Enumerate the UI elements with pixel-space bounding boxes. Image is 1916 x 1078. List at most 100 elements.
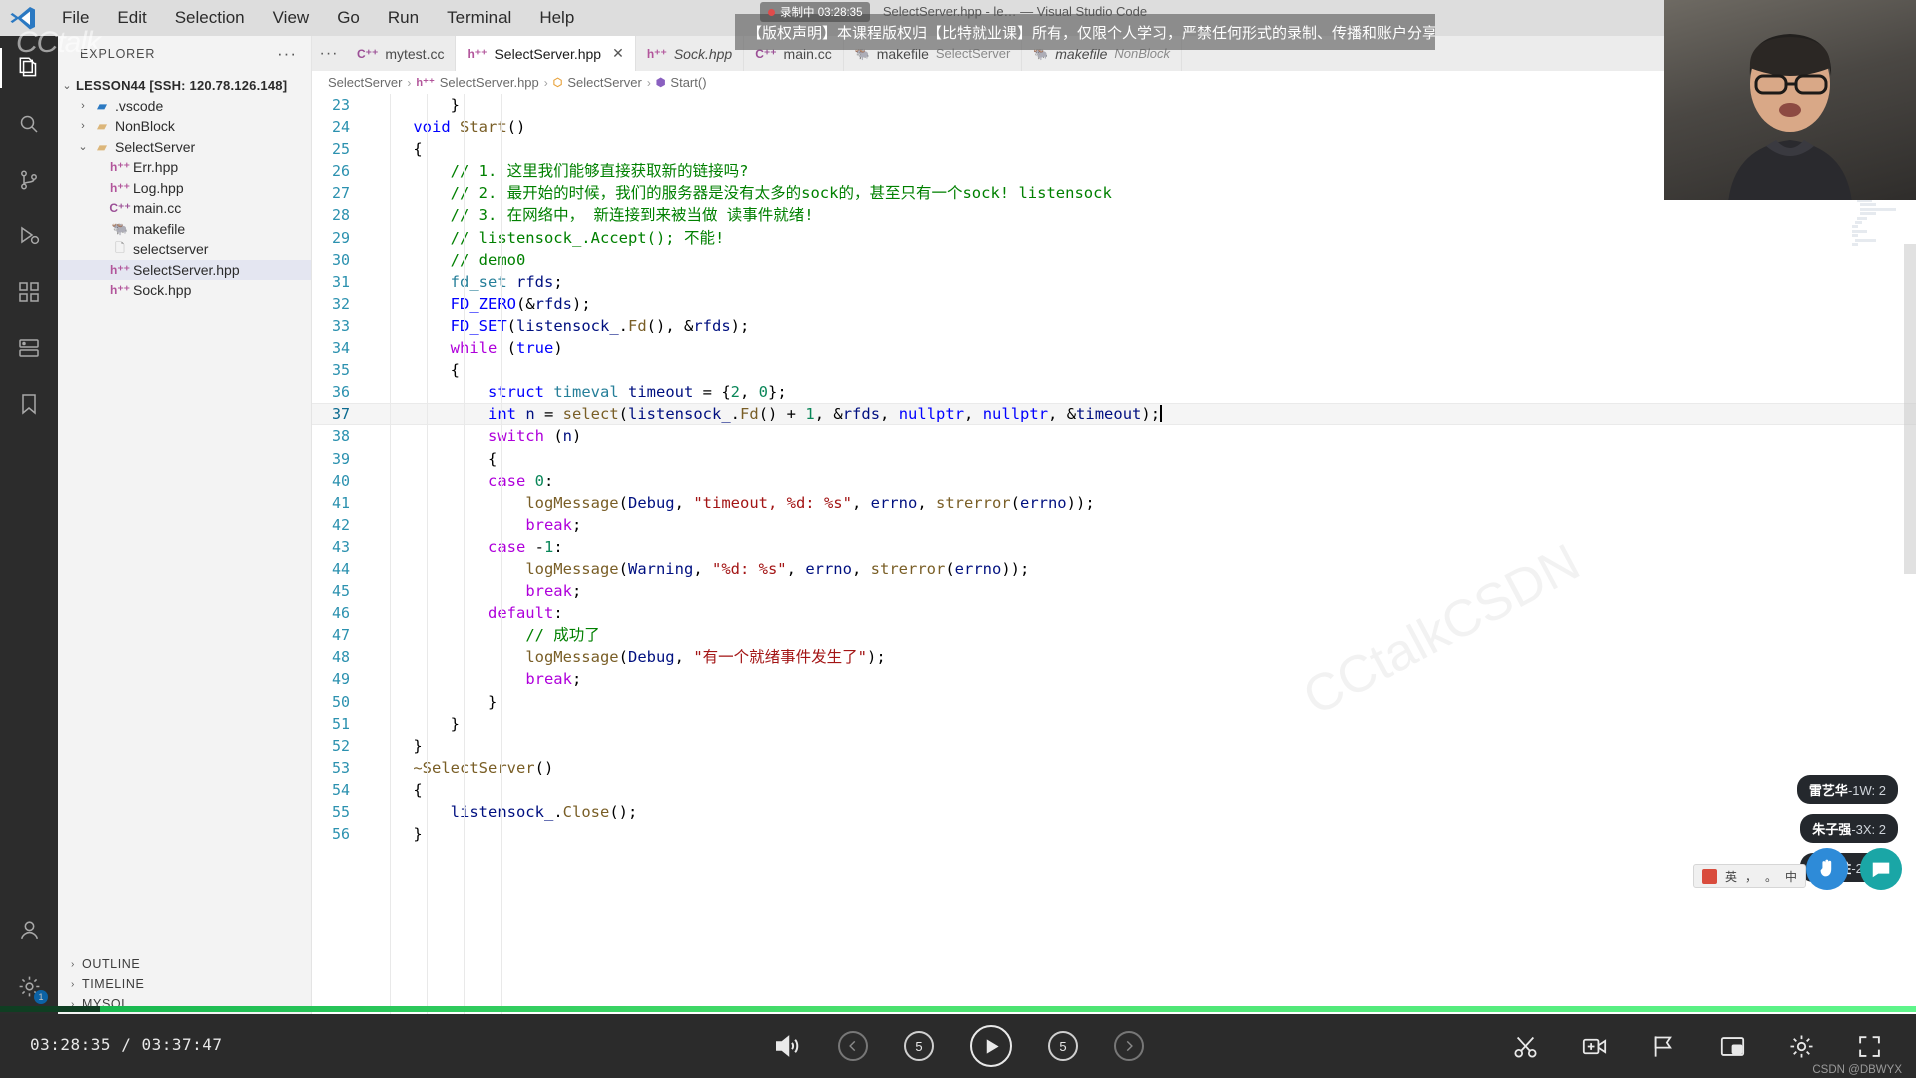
code-line[interactable]: 49 break; bbox=[312, 668, 1916, 690]
ime-comma[interactable]: ， bbox=[1745, 868, 1757, 885]
menu-edit[interactable]: Edit bbox=[103, 4, 160, 32]
code-line[interactable]: 32 FD_ZERO(&rfds); bbox=[312, 293, 1916, 315]
code-line[interactable]: 34 while (true) bbox=[312, 337, 1916, 359]
chevron-right-icon[interactable]: › bbox=[74, 100, 92, 112]
code-line[interactable]: 55 listensock_.Close(); bbox=[312, 801, 1916, 823]
next-icon[interactable] bbox=[1114, 1031, 1144, 1061]
sidebar-item-selectserver-bin[interactable]: 🗋 selectserver bbox=[58, 239, 311, 260]
code-line[interactable]: 47 // 成功了 bbox=[312, 624, 1916, 646]
code-text: FD_SET(listensock_.Fd(), &rfds); bbox=[450, 316, 750, 335]
code-line[interactable]: 38 switch (n) bbox=[312, 425, 1916, 447]
forward-5-icon[interactable]: 5 bbox=[1048, 1031, 1078, 1061]
sidebar-item-vscode[interactable]: › ▰ .vscode bbox=[58, 96, 311, 117]
search-icon[interactable] bbox=[0, 96, 58, 152]
code-line[interactable]: 50 } bbox=[312, 691, 1916, 713]
code-line[interactable]: 54 { bbox=[312, 779, 1916, 801]
picture-in-picture-icon[interactable] bbox=[1719, 1033, 1746, 1060]
code-line[interactable]: 43 case -1: bbox=[312, 536, 1916, 558]
code-line[interactable]: 41 logMessage(Debug, "timeout, %d: %s", … bbox=[312, 492, 1916, 514]
settings-gear-icon[interactable] bbox=[1788, 1033, 1815, 1060]
vscode-body: 1 EXPLORER ··· ⌄ LESSON44 [SSH: 120.78.1… bbox=[0, 36, 1916, 1014]
line-number: 38 bbox=[331, 427, 350, 446]
menu-terminal[interactable]: Terminal bbox=[433, 4, 525, 32]
code-line[interactable]: 28 // 3. 在网络中， 新连接到来被当做 读事件就绪! bbox=[312, 204, 1916, 226]
previous-icon[interactable] bbox=[838, 1031, 868, 1061]
chevron-right-icon[interactable]: › bbox=[74, 120, 92, 132]
webcam-overlay[interactable] bbox=[1664, 0, 1916, 200]
code-line[interactable]: 31 fd_set rfds; bbox=[312, 271, 1916, 293]
code-line[interactable]: 42 break; bbox=[312, 514, 1916, 536]
account-icon[interactable] bbox=[0, 902, 58, 958]
play-icon[interactable] bbox=[970, 1025, 1012, 1067]
code-line[interactable]: 39 { bbox=[312, 448, 1916, 470]
sidebar-item-selectserver-folder[interactable]: ⌄ ▰ SelectServer bbox=[58, 137, 311, 158]
code-line[interactable]: 40 case 0: bbox=[312, 470, 1916, 492]
tab-mytest-cc[interactable]: C⁺⁺ mytest.cc bbox=[346, 36, 457, 71]
progress-bar[interactable] bbox=[0, 1006, 1916, 1012]
code-editor[interactable]: 23 } 24 void Start() 25 {26 // 1. 这里我们能够直接… bbox=[312, 94, 1916, 1014]
code-line[interactable]: 33 FD_SET(listensock_.Fd(), &rfds); bbox=[312, 315, 1916, 337]
tree-root-row[interactable]: ⌄ LESSON44 [SSH: 120.78.126.148] bbox=[58, 75, 311, 96]
sidebar-item-err-hpp[interactable]: h⁺⁺ Err.hpp bbox=[58, 157, 311, 178]
code-line[interactable]: 30 // demo0 bbox=[312, 249, 1916, 271]
sidebar-item-sock-hpp[interactable]: h⁺⁺ Sock.hpp bbox=[58, 280, 311, 301]
sidebar-panels: › OUTLINE › TIMELINE › MYSQL bbox=[58, 954, 311, 1014]
ime-status-bar[interactable]: 英 ， 。 中 bbox=[1692, 864, 1806, 888]
panel-timeline[interactable]: › TIMELINE bbox=[58, 974, 311, 994]
chevron-down-icon[interactable]: ⌄ bbox=[74, 140, 92, 153]
code-line[interactable]: 44 logMessage(Warning, "%d: %s", errno, … bbox=[312, 558, 1916, 580]
ime-period[interactable]: 。 bbox=[1765, 868, 1777, 885]
breadcrumb-item-class[interactable]: SelectServer bbox=[567, 75, 641, 90]
chevron-right-icon[interactable]: › bbox=[64, 959, 82, 970]
code-line[interactable]: 37 int n = select(listensock_.Fd() + 1, … bbox=[312, 403, 1916, 426]
ellipsis-icon[interactable]: ··· bbox=[312, 36, 346, 71]
code-line[interactable]: 45 break; bbox=[312, 580, 1916, 602]
raise-hand-button[interactable] bbox=[1806, 848, 1848, 890]
fullscreen-icon[interactable] bbox=[1857, 1034, 1882, 1059]
ime-mode-label[interactable]: 英 bbox=[1725, 868, 1737, 885]
volume-icon[interactable] bbox=[772, 1031, 802, 1061]
tab-selectserver-hpp[interactable]: h⁺⁺ SelectServer.hpp ✕ bbox=[456, 36, 636, 71]
code-line[interactable]: 35 { bbox=[312, 359, 1916, 381]
cut-clip-icon[interactable] bbox=[1512, 1033, 1539, 1060]
menu-go[interactable]: Go bbox=[323, 4, 374, 32]
code-line[interactable]: 52 } bbox=[312, 735, 1916, 757]
menu-selection[interactable]: Selection bbox=[161, 4, 259, 32]
breadcrumb-item-file[interactable]: SelectServer.hpp bbox=[440, 75, 539, 90]
chevron-down-icon[interactable]: ⌄ bbox=[58, 79, 76, 92]
code-line[interactable]: 29 // listensock_.Accept(); 不能! bbox=[312, 227, 1916, 249]
code-line[interactable]: 48 logMessage(Debug, "有一个就绪事件发生了"); bbox=[312, 646, 1916, 668]
chevron-right-icon[interactable]: › bbox=[64, 979, 82, 990]
export-clip-icon[interactable] bbox=[1581, 1033, 1608, 1060]
sidebar-item-log-hpp[interactable]: h⁺⁺ Log.hpp bbox=[58, 178, 311, 199]
sidebar-item-main-cc[interactable]: C⁺⁺ main.cc bbox=[58, 198, 311, 219]
code-line[interactable]: 53 ~SelectServer() bbox=[312, 757, 1916, 779]
remote-explorer-icon[interactable] bbox=[0, 320, 58, 376]
code-line[interactable]: 56 } bbox=[312, 823, 1916, 845]
tab-sock-hpp[interactable]: h⁺⁺ Sock.hpp bbox=[635, 36, 745, 71]
run-debug-icon[interactable] bbox=[0, 208, 58, 264]
editor-scrollbar[interactable] bbox=[1904, 244, 1916, 574]
code-line[interactable]: 46 default: bbox=[312, 602, 1916, 624]
sidebar-item-nonblock[interactable]: › ▰ NonBlock bbox=[58, 116, 311, 137]
flag-icon[interactable] bbox=[1650, 1033, 1677, 1060]
ime-chinese[interactable]: 中 bbox=[1785, 868, 1797, 885]
rewind-5-icon[interactable]: 5 bbox=[904, 1031, 934, 1061]
panel-outline[interactable]: › OUTLINE bbox=[58, 954, 311, 974]
sidebar-item-selectserver-hpp[interactable]: h⁺⁺ SelectServer.hpp bbox=[58, 259, 311, 280]
bookmarks-icon[interactable] bbox=[0, 376, 58, 432]
code-line[interactable]: 36 struct timeval timeout = {2, 0}; bbox=[312, 381, 1916, 403]
breadcrumb-item-method[interactable]: Start() bbox=[670, 75, 706, 90]
chat-button[interactable] bbox=[1860, 848, 1902, 890]
menu-run[interactable]: Run bbox=[374, 4, 433, 32]
close-icon[interactable]: ✕ bbox=[612, 45, 624, 62]
sidebar-item-makefile[interactable]: 🐃 makefile bbox=[58, 219, 311, 240]
code-line[interactable]: 51 } bbox=[312, 713, 1916, 735]
ellipsis-icon[interactable]: ··· bbox=[277, 45, 297, 62]
extensions-icon[interactable] bbox=[0, 264, 58, 320]
code-lines[interactable]: 23 } 24 void Start() 25 {26 // 1. 这里我们能够直接… bbox=[312, 94, 1916, 1014]
menu-view[interactable]: View bbox=[259, 4, 324, 32]
source-control-icon[interactable] bbox=[0, 152, 58, 208]
breadcrumb-item-folder[interactable]: SelectServer bbox=[328, 75, 402, 90]
menu-help[interactable]: Help bbox=[525, 4, 588, 32]
